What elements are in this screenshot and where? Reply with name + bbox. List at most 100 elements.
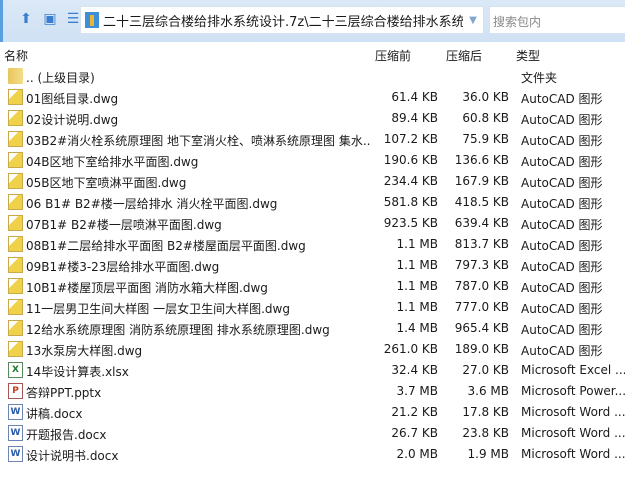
size-before: 21.2 KB bbox=[391, 405, 438, 419]
file-row[interactable]: .. (上级目录) 文件夹 bbox=[0, 66, 625, 87]
file-row[interactable]: 09B1#楼3-23层给排水平面图.dwg 1.1 MB 797.3 KB Au… bbox=[0, 255, 625, 276]
file-type: Microsoft Word ... bbox=[521, 447, 625, 461]
size-after: 75.9 KB bbox=[462, 132, 509, 146]
dwg-file-icon bbox=[8, 194, 23, 210]
address-bar[interactable]: 二十三层综合楼给排水系统设计.7z\二十三层综合楼给排水系统设计 - 解包大小为… bbox=[80, 6, 484, 34]
docx-file-icon: W bbox=[8, 425, 23, 441]
file-row[interactable]: P 答辩PPT.pptx 3.7 MB 3.6 MB Microsoft Pow… bbox=[0, 381, 625, 402]
file-name: 答辩PPT.pptx bbox=[26, 386, 102, 400]
dwg-file-icon bbox=[8, 299, 23, 315]
size-before: 1.1 MB bbox=[396, 300, 438, 314]
file-type: AutoCAD 图形 bbox=[521, 302, 603, 316]
file-type: AutoCAD 图形 bbox=[521, 239, 603, 253]
file-row[interactable]: 06 B1# B2#楼一层给排水 消火栓平面图.dwg 581.8 KB 418… bbox=[0, 192, 625, 213]
file-type: AutoCAD 图形 bbox=[521, 323, 603, 337]
column-header: 名称 压缩前 压缩后 类型 bbox=[0, 44, 625, 64]
file-type: AutoCAD 图形 bbox=[521, 155, 603, 169]
file-name: 07B1# B2#楼一层喷淋平面图.dwg bbox=[26, 218, 222, 232]
size-before: 190.6 KB bbox=[383, 153, 438, 167]
file-row[interactable]: 01图纸目录.dwg 61.4 KB 36.0 KB AutoCAD 图形 bbox=[0, 87, 625, 108]
file-row[interactable]: X 14毕设计算表.xlsx 32.4 KB 27.0 KB Microsoft… bbox=[0, 360, 625, 381]
file-name: 10B1#楼屋顶层平面图 消防水箱大样图.dwg bbox=[26, 281, 268, 295]
file-type: AutoCAD 图形 bbox=[521, 113, 603, 127]
up-arrow-icon[interactable]: ⬆ bbox=[18, 11, 34, 27]
size-after: 813.7 KB bbox=[454, 237, 509, 251]
dwg-file-icon bbox=[8, 110, 23, 126]
size-before: 923.5 KB bbox=[383, 216, 438, 230]
file-row[interactable]: 05B区地下室喷淋平面图.dwg 234.4 KB 167.9 KB AutoC… bbox=[0, 171, 625, 192]
file-row[interactable]: 07B1# B2#楼一层喷淋平面图.dwg 923.5 KB 639.4 KB … bbox=[0, 213, 625, 234]
size-after: 787.0 KB bbox=[454, 279, 509, 293]
size-before: 107.2 KB bbox=[383, 132, 438, 146]
file-row[interactable]: 13水泵房大样图.dwg 261.0 KB 189.0 KB AutoCAD 图… bbox=[0, 339, 625, 360]
file-name: 开题报告.docx bbox=[26, 428, 107, 442]
size-before: 234.4 KB bbox=[383, 174, 438, 188]
size-after: 27.0 KB bbox=[462, 363, 509, 377]
size-after: 17.8 KB bbox=[462, 405, 509, 419]
file-name: 03B2#消火栓系统原理图 地下室消火栓、喷淋系统原理图 集水... bbox=[26, 134, 371, 148]
column-type[interactable]: 类型 bbox=[516, 47, 540, 64]
dwg-file-icon bbox=[8, 215, 23, 231]
file-type: AutoCAD 图形 bbox=[521, 134, 603, 148]
file-type: AutoCAD 图形 bbox=[521, 176, 603, 190]
size-before: 1.4 MB bbox=[396, 321, 438, 335]
file-row[interactable]: 10B1#楼屋顶层平面图 消防水箱大样图.dwg 1.1 MB 787.0 KB… bbox=[0, 276, 625, 297]
size-after: 189.0 KB bbox=[454, 342, 509, 356]
dwg-file-icon bbox=[8, 152, 23, 168]
size-before: 581.8 KB bbox=[383, 195, 438, 209]
file-type: AutoCAD 图形 bbox=[521, 218, 603, 232]
file-list: .. (上级目录) 文件夹 01图纸目录.dwg 61.4 KB 36.0 KB… bbox=[0, 66, 625, 465]
size-after: 965.4 KB bbox=[454, 321, 509, 335]
list-view-icon[interactable]: ☰ bbox=[65, 11, 81, 27]
file-name: 01图纸目录.dwg bbox=[26, 92, 119, 106]
size-before: 3.7 MB bbox=[396, 384, 438, 398]
file-name: 14毕设计算表.xlsx bbox=[26, 365, 129, 379]
file-name: 12给水系统原理图 消防系统原理图 排水系统原理图.dwg bbox=[26, 323, 330, 337]
size-after: 777.0 KB bbox=[454, 300, 509, 314]
file-row[interactable]: W 设计说明书.docx 2.0 MB 1.9 MB Microsoft Wor… bbox=[0, 444, 625, 465]
dwg-file-icon bbox=[8, 320, 23, 336]
file-type: AutoCAD 图形 bbox=[521, 92, 603, 106]
size-before: 89.4 KB bbox=[391, 111, 438, 125]
dwg-file-icon bbox=[8, 278, 23, 294]
size-after: 639.4 KB bbox=[454, 216, 509, 230]
dwg-file-icon bbox=[8, 341, 23, 357]
size-after: 167.9 KB bbox=[454, 174, 509, 188]
thumbnail-view-icon[interactable]: ▣ bbox=[42, 11, 58, 27]
column-name[interactable]: 名称 bbox=[4, 47, 28, 64]
file-type: AutoCAD 图形 bbox=[521, 344, 603, 358]
file-row[interactable]: W 开题报告.docx 26.7 KB 23.8 KB Microsoft Wo… bbox=[0, 423, 625, 444]
file-row[interactable]: 11一层男卫生间大样图 一层女卫生间大样图.dwg 1.1 MB 777.0 K… bbox=[0, 297, 625, 318]
file-type: Microsoft Excel ... bbox=[521, 363, 625, 377]
size-after: 1.9 MB bbox=[467, 447, 509, 461]
size-after: 60.8 KB bbox=[462, 111, 509, 125]
file-row[interactable]: W 讲稿.docx 21.2 KB 17.8 KB Microsoft Word… bbox=[0, 402, 625, 423]
file-type: Microsoft Word ... bbox=[521, 405, 625, 419]
search-input[interactable]: 搜索包内 bbox=[489, 6, 625, 34]
archive-icon bbox=[85, 12, 99, 28]
column-before[interactable]: 压缩前 bbox=[375, 47, 411, 64]
file-name: 06 B1# B2#楼一层给排水 消火栓平面图.dwg bbox=[26, 197, 278, 211]
column-after[interactable]: 压缩后 bbox=[446, 47, 482, 64]
file-name: 09B1#楼3-23层给排水平面图.dwg bbox=[26, 260, 220, 274]
dwg-file-icon bbox=[8, 89, 23, 105]
size-after: 3.6 MB bbox=[467, 384, 509, 398]
size-before: 32.4 KB bbox=[391, 363, 438, 377]
file-row[interactable]: 03B2#消火栓系统原理图 地下室消火栓、喷淋系统原理图 集水... 107.2… bbox=[0, 129, 625, 150]
file-type: 文件夹 bbox=[521, 71, 558, 85]
file-name: 08B1#二层给排水平面图 B2#楼屋面层平面图.dwg bbox=[26, 239, 306, 253]
file-name: 02设计说明.dwg bbox=[26, 113, 119, 127]
file-type: AutoCAD 图形 bbox=[521, 281, 603, 295]
size-before: 2.0 MB bbox=[396, 447, 438, 461]
dwg-file-icon bbox=[8, 173, 23, 189]
file-row[interactable]: 04B区地下室给排水平面图.dwg 190.6 KB 136.6 KB Auto… bbox=[0, 150, 625, 171]
file-name: 13水泵房大样图.dwg bbox=[26, 344, 143, 358]
file-row[interactable]: 02设计说明.dwg 89.4 KB 60.8 KB AutoCAD 图形 bbox=[0, 108, 625, 129]
chevron-down-icon[interactable]: ▼ bbox=[463, 15, 483, 26]
file-name: 04B区地下室给排水平面图.dwg bbox=[26, 155, 199, 169]
file-name: 05B区地下室喷淋平面图.dwg bbox=[26, 176, 187, 190]
file-row[interactable]: 12给水系统原理图 消防系统原理图 排水系统原理图.dwg 1.4 MB 965… bbox=[0, 318, 625, 339]
file-row[interactable]: 08B1#二层给排水平面图 B2#楼屋面层平面图.dwg 1.1 MB 813.… bbox=[0, 234, 625, 255]
address-path: 二十三层综合楼给排水系统设计.7z\二十三层综合楼给排水系统设计 - 解包大小为 bbox=[103, 14, 463, 30]
size-before: 1.1 MB bbox=[396, 258, 438, 272]
